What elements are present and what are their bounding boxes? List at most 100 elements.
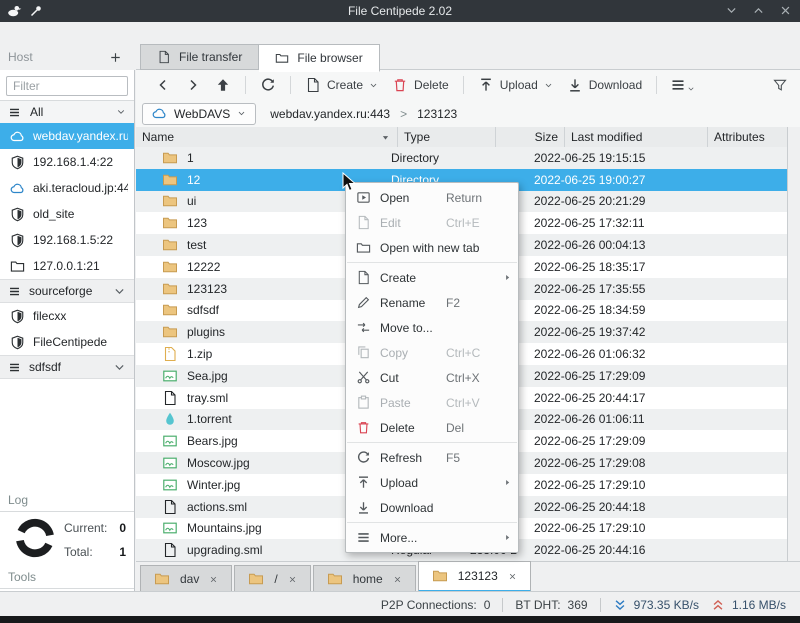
download-icon <box>567 77 583 93</box>
tools-section-header[interactable]: Tools <box>0 570 134 584</box>
file-modified: 2022-06-25 17:29:09 <box>534 434 646 449</box>
connection-item[interactable]: aki.teracloud.jp:443 <box>0 175 134 201</box>
connection-item[interactable]: sdfsdf <box>0 355 134 379</box>
current-count: 0 <box>119 521 126 535</box>
column-size[interactable]: Size <box>496 127 565 147</box>
context-menu-item[interactable]: Rename F2 <box>346 290 518 315</box>
connection-item[interactable]: sourceforge <box>0 279 134 303</box>
spinner-icon <box>12 515 58 561</box>
menubar-item[interactable] <box>24 30 42 36</box>
rename-icon <box>356 295 371 310</box>
file-name: Moscow.jpg <box>187 456 250 471</box>
filter-input[interactable] <box>6 76 128 96</box>
connection-item[interactable]: filecxx <box>0 303 134 329</box>
column-attributes[interactable]: Attributes <box>708 127 787 147</box>
file-attributes <box>656 365 787 387</box>
all-selector[interactable]: All <box>0 100 134 124</box>
sidebar: All webdav.yandex.ru:443 192.168.1.4:22 … <box>0 70 135 591</box>
forward-button[interactable] <box>185 77 201 93</box>
file-attributes <box>656 409 787 431</box>
bt-dht: BT DHT: 369 <box>515 597 588 612</box>
context-menu-item[interactable]: Paste Ctrl+V <box>346 390 518 415</box>
upload-icon <box>478 77 494 93</box>
chevron-down-icon <box>237 109 246 118</box>
file-modified: 2022-06-25 17:29:10 <box>534 521 646 536</box>
bottom-tab[interactable]: / <box>234 565 311 592</box>
menu-divider <box>347 442 517 443</box>
context-menu-item[interactable]: Delete Del <box>346 415 518 440</box>
column-type[interactable]: Type <box>398 127 496 147</box>
connection-item[interactable]: webdav.yandex.ru:443 <box>0 123 134 149</box>
connection-item[interactable]: 127.0.0.1:21 <box>0 253 134 279</box>
pin-icon[interactable] <box>28 3 44 19</box>
filter-button[interactable] <box>772 77 788 93</box>
scrollbar-gutter[interactable] <box>787 127 800 561</box>
bottom-tab[interactable]: dav <box>140 565 233 592</box>
refresh-button[interactable] <box>260 77 276 93</box>
shortcut-label: Ctrl+C <box>446 345 481 360</box>
bottom-tab[interactable]: 123123 <box>417 561 531 592</box>
server-select[interactable]: WebDAVS <box>142 102 257 125</box>
context-menu-item[interactable]: Edit Ctrl+E <box>346 210 518 235</box>
add-host-button[interactable] <box>109 51 122 64</box>
up-button[interactable] <box>215 77 231 93</box>
submenu-arrow-icon <box>503 273 512 282</box>
menubar-item[interactable] <box>4 30 22 36</box>
folder-icon <box>248 571 264 587</box>
file-name: 1.torrent <box>187 412 232 427</box>
main-tab[interactable]: File browser <box>259 44 380 72</box>
shield-icon <box>10 309 25 324</box>
create-button[interactable]: Create <box>298 75 385 95</box>
close-button[interactable] <box>779 4 792 17</box>
context-menu-item[interactable]: Download <box>346 495 518 520</box>
maximize-button[interactable] <box>752 4 765 17</box>
file-attributes <box>656 452 787 474</box>
minimize-button[interactable] <box>725 4 738 17</box>
folder-icon <box>154 571 170 587</box>
menubar-item[interactable] <box>44 30 62 36</box>
context-menu-item[interactable]: Move to... <box>346 315 518 340</box>
connection-item[interactable]: FileCentipede <box>0 329 134 355</box>
chevron-down-icon <box>544 81 553 90</box>
titlebar: File Centipede 2.02 <box>0 0 800 22</box>
close-tab-icon[interactable] <box>508 572 517 581</box>
context-menu-item[interactable]: Open Return <box>346 185 518 210</box>
context-menu-item[interactable]: More... <box>346 525 518 550</box>
connection-item[interactable]: 192.168.1.5:22 <box>0 227 134 253</box>
close-tab-icon[interactable] <box>393 575 402 584</box>
delete-button[interactable]: Delete <box>385 75 456 95</box>
log-section-header[interactable]: Log <box>0 493 134 507</box>
overflow-menu-button[interactable] <box>664 75 701 95</box>
main-tab[interactable]: File transfer <box>140 44 260 70</box>
connection-item[interactable]: old_site <box>0 201 134 227</box>
upload-button[interactable]: Upload <box>471 75 560 95</box>
file-row[interactable]: 1 Directory 2022-06-25 19:15:15 <box>136 147 787 169</box>
file-attributes <box>656 430 787 452</box>
connection-item[interactable]: 192.168.1.4:22 <box>0 149 134 175</box>
bottom-tab[interactable]: home <box>312 565 416 592</box>
connection-list: webdav.yandex.ru:443 192.168.1.4:22 aki.… <box>0 123 134 379</box>
back-button[interactable] <box>155 77 171 93</box>
close-tab-icon[interactable] <box>209 575 218 584</box>
context-menu-item[interactable]: Cut Ctrl+X <box>346 365 518 390</box>
menubar-item[interactable] <box>84 30 102 36</box>
submenu-arrow-icon <box>503 533 512 542</box>
download-button[interactable]: Download <box>560 75 649 95</box>
context-menu-item[interactable]: Open with new tab <box>346 235 518 260</box>
file-name: 1 <box>187 150 194 165</box>
breadcrumb-folder[interactable]: 123123 <box>417 107 457 121</box>
context-menu-item[interactable]: Refresh F5 <box>346 445 518 470</box>
context-menu-item[interactable]: Upload <box>346 470 518 495</box>
context-menu-item[interactable]: Create <box>346 265 518 290</box>
menubar <box>0 22 800 44</box>
bottom-tabbar: dav / home 123123 <box>136 561 800 592</box>
context-menu-item[interactable]: Copy Ctrl+C <box>346 340 518 365</box>
column-last-modified[interactable]: Last modified <box>565 127 708 147</box>
column-name[interactable]: Name <box>136 127 398 147</box>
main-tabbar: File transfer File browser <box>140 44 380 72</box>
menubar-item[interactable] <box>64 30 82 36</box>
file-attributes <box>656 518 787 540</box>
file-modified: 2022-06-25 20:44:17 <box>534 390 646 405</box>
breadcrumb-host[interactable]: webdav.yandex.ru:443 <box>270 107 390 121</box>
close-tab-icon[interactable] <box>288 575 297 584</box>
